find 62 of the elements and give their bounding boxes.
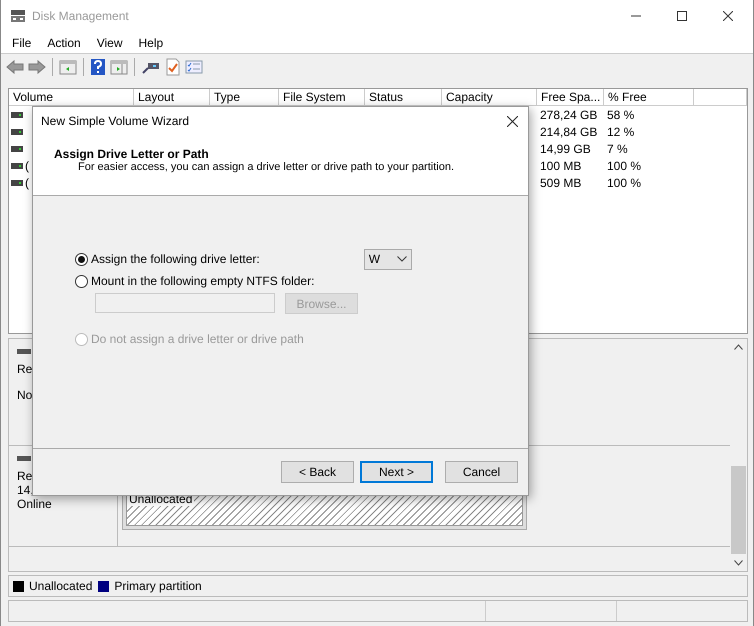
maximize-icon[interactable] <box>677 11 687 21</box>
close-icon[interactable] <box>507 116 518 126</box>
table-cell-text: 214,84 GB <box>539 124 598 138</box>
checklist-icon[interactable] <box>185 59 203 75</box>
step-description: For easier access, you can assign a drive letter or drive path to your partition. <box>78 161 454 173</box>
table-cell-text: 100 % <box>606 176 642 190</box>
disk-info-text: Re <box>17 469 34 483</box>
caret-icon <box>396 256 407 262</box>
column-header[interactable]: Status <box>365 89 442 106</box>
table-cell-text: 100 % <box>606 158 642 172</box>
help-icon[interactable] <box>90 58 106 76</box>
back-arrow-icon[interactable] <box>6 59 24 75</box>
menu-item[interactable]: File <box>4 36 40 50</box>
disk-info-text: Re <box>17 362 34 376</box>
dialog-title: New Simple Volume Wizard <box>41 114 190 128</box>
drive-icon <box>11 146 23 152</box>
column-header[interactable]: Volume <box>9 89 134 106</box>
disk-info-text: No <box>17 388 34 402</box>
scroll-up-icon[interactable] <box>734 344 743 350</box>
table-cell-text: 14,99 GB <box>539 142 592 156</box>
table-cell-text: 278,24 GB <box>539 108 598 122</box>
drive-icon <box>11 162 23 168</box>
table-cell-text: 7 % <box>606 142 628 156</box>
column-header[interactable]: File System <box>279 89 365 106</box>
radio-button[interactable] <box>75 252 88 266</box>
legend-label: Unallocated <box>29 579 92 593</box>
table-cell: ( <box>24 158 29 172</box>
menu-item[interactable]: Action <box>39 36 89 50</box>
checked-document-icon[interactable] <box>165 58 181 76</box>
close-icon[interactable] <box>723 11 733 21</box>
table-cell-text: 12 % <box>606 124 634 138</box>
wizard-button[interactable]: Next > <box>360 461 433 483</box>
disk-info-text: Online <box>17 497 53 511</box>
scroll-down-icon[interactable] <box>734 560 743 566</box>
table-cell-text: 100 MB <box>539 158 582 172</box>
drive-icon <box>11 112 23 118</box>
drive-icon <box>11 128 23 134</box>
disk-drive-icon <box>10 9 26 23</box>
forward-arrow-icon[interactable] <box>28 59 46 75</box>
wizard-button[interactable]: Cancel <box>445 461 518 483</box>
radio-label[interactable]: Mount in the following empty NTFS folder: <box>91 274 314 288</box>
column-header[interactable]: Capacity <box>442 89 537 106</box>
drive-letter-dropdown[interactable]: W <box>364 248 412 270</box>
table-cell: ( <box>24 176 29 190</box>
column-header[interactable]: Type <box>210 89 279 106</box>
wizard-button[interactable]: < Back <box>281 461 354 483</box>
panel-icon[interactable] <box>59 59 77 75</box>
drive-icon <box>11 180 23 186</box>
column-header[interactable]: Free Spa... <box>537 89 604 106</box>
column-header[interactable]: Layout <box>134 89 210 106</box>
table-cell-text: 58 % <box>606 108 634 122</box>
radio-button[interactable] <box>75 274 88 288</box>
menu-item[interactable]: Help <box>130 36 172 50</box>
column-header[interactable]: % Free <box>604 89 694 106</box>
menu-item[interactable]: View <box>88 36 130 50</box>
legend-label: Primary partition <box>114 579 202 593</box>
table-cell-text: 509 MB <box>539 176 582 190</box>
disk-info-text: 14, <box>17 483 35 497</box>
step-heading: Assign Drive Letter or Path <box>54 147 209 161</box>
window-title: Disk Management <box>32 9 129 23</box>
panel-icon[interactable] <box>110 59 128 75</box>
radio-label[interactable]: Assign the following drive letter: <box>91 252 260 266</box>
